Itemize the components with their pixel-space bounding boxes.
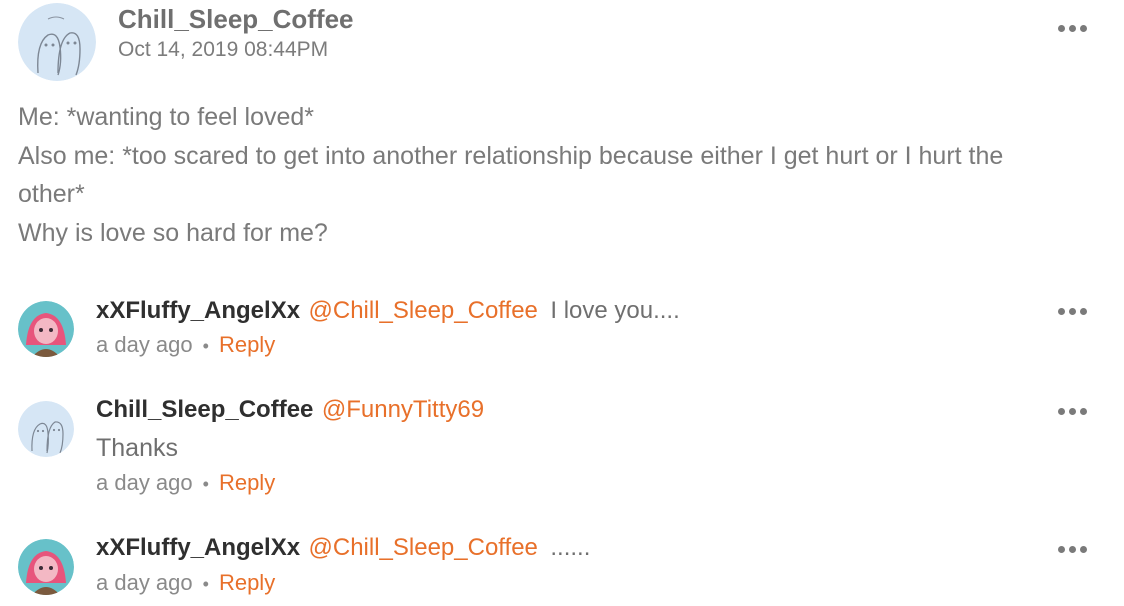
post-line: other* [18, 180, 85, 208]
comment-more-button[interactable] [1058, 546, 1087, 553]
comment-more-button[interactable] [1058, 408, 1087, 415]
separator-dot: • [202, 336, 209, 356]
post-avatar[interactable] [18, 3, 96, 81]
comment-text: ...... [550, 534, 591, 561]
reply-button[interactable]: Reply [219, 570, 275, 595]
comment-header: Chill_Sleep_Coffee @FunnyTitty69 [96, 396, 484, 424]
post-date: Oct 14, 2019 08:44PM [118, 38, 329, 61]
comment-mention[interactable]: @Chill_Sleep_Coffee [309, 534, 538, 561]
comment-avatar[interactable] [18, 401, 74, 457]
comment-header: xXFluffy_AngelXx @Chill_Sleep_Coffee ...… [96, 534, 590, 562]
comment-more-button[interactable] [1058, 308, 1087, 315]
post-body: Me: *wanting to feel loved* Also me: *to… [18, 98, 1118, 252]
comment-header: xXFluffy_AngelXx @Chill_Sleep_Coffee I l… [96, 297, 680, 325]
comment-author[interactable]: Chill_Sleep_Coffee [96, 396, 313, 423]
ghost-doodle-icon [18, 3, 96, 81]
post-line: Me: *wanting to feel loved* [18, 103, 315, 131]
comment-text: I love you.... [550, 297, 680, 324]
comment-mention[interactable]: @Chill_Sleep_Coffee [309, 297, 538, 324]
comment-time: a day ago [96, 470, 193, 495]
post-author[interactable]: Chill_Sleep_Coffee [118, 4, 354, 35]
comment-author[interactable]: xXFluffy_AngelXx [96, 297, 300, 324]
comment-meta: a day ago • Reply [96, 332, 275, 358]
comment-time: a day ago [96, 570, 193, 595]
ghost-doodle-icon [18, 401, 74, 457]
comment-meta: a day ago • Reply [96, 470, 275, 496]
reply-button[interactable]: Reply [219, 332, 275, 357]
anime-pink-icon [18, 539, 74, 595]
comment-mention[interactable]: @FunnyTitty69 [322, 396, 484, 423]
post-line: Also me: *too scared to get into another… [18, 141, 1004, 170]
comment-avatar[interactable] [18, 301, 74, 357]
comment-meta: a day ago • Reply [96, 570, 275, 596]
post-more-button[interactable] [1058, 25, 1087, 32]
separator-dot: • [202, 574, 209, 594]
separator-dot: • [202, 474, 209, 494]
reply-button[interactable]: Reply [219, 470, 275, 495]
comment-author[interactable]: xXFluffy_AngelXx [96, 534, 300, 561]
post-line: Why is love so hard for me? [18, 218, 328, 247]
comment-text: Thanks [96, 434, 178, 462]
anime-pink-icon [18, 301, 74, 357]
comment-avatar[interactable] [18, 539, 74, 595]
comment-time: a day ago [96, 332, 193, 357]
